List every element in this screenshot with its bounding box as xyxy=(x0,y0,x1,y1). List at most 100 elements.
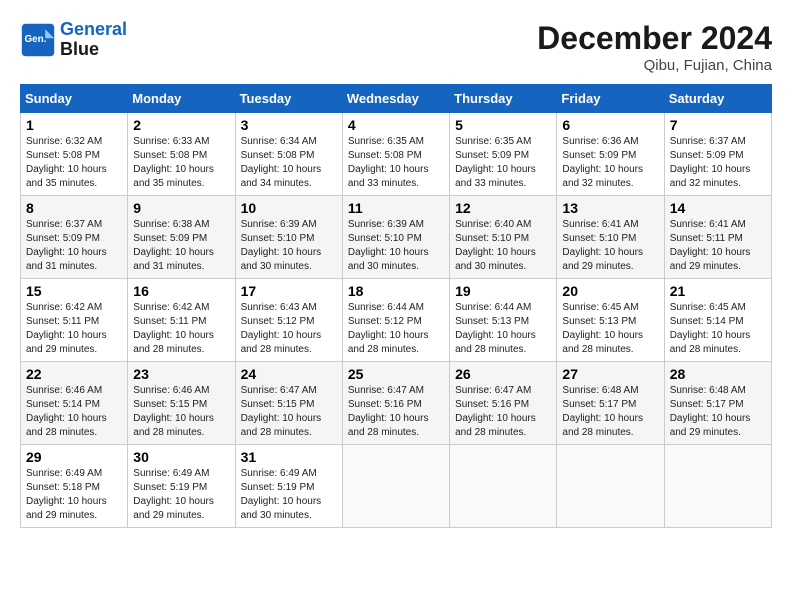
day-of-week-header: Thursday xyxy=(450,85,557,113)
logo-icon: Gen. xyxy=(20,22,56,58)
day-info: Sunrise: 6:38 AMSunset: 5:09 PMDaylight:… xyxy=(133,219,214,272)
calendar-day: 5 Sunrise: 6:35 AMSunset: 5:09 PMDayligh… xyxy=(450,113,557,196)
day-info: Sunrise: 6:49 AMSunset: 5:18 PMDaylight:… xyxy=(26,468,107,521)
day-number: 12 xyxy=(455,200,551,216)
day-of-week-header: Wednesday xyxy=(342,85,449,113)
day-number: 16 xyxy=(133,283,229,299)
calendar-day: 8 Sunrise: 6:37 AMSunset: 5:09 PMDayligh… xyxy=(21,196,128,279)
empty-cell xyxy=(557,445,664,528)
day-info: Sunrise: 6:49 AMSunset: 5:19 PMDaylight:… xyxy=(241,468,322,521)
calendar-day: 17 Sunrise: 6:43 AMSunset: 5:12 PMDaylig… xyxy=(235,279,342,362)
calendar-day: 4 Sunrise: 6:35 AMSunset: 5:08 PMDayligh… xyxy=(342,113,449,196)
day-number: 20 xyxy=(562,283,658,299)
day-number: 24 xyxy=(241,366,337,382)
day-info: Sunrise: 6:44 AMSunset: 5:12 PMDaylight:… xyxy=(348,302,429,355)
day-of-week-header: Saturday xyxy=(664,85,771,113)
day-number: 10 xyxy=(241,200,337,216)
day-number: 7 xyxy=(670,117,766,133)
day-info: Sunrise: 6:36 AMSunset: 5:09 PMDaylight:… xyxy=(562,136,643,189)
calendar-day: 29 Sunrise: 6:49 AMSunset: 5:18 PMDaylig… xyxy=(21,445,128,528)
calendar-day: 1 Sunrise: 6:32 AMSunset: 5:08 PMDayligh… xyxy=(21,113,128,196)
calendar-day: 11 Sunrise: 6:39 AMSunset: 5:10 PMDaylig… xyxy=(342,196,449,279)
day-info: Sunrise: 6:46 AMSunset: 5:14 PMDaylight:… xyxy=(26,385,107,438)
day-info: Sunrise: 6:39 AMSunset: 5:10 PMDaylight:… xyxy=(348,219,429,272)
calendar-day: 3 Sunrise: 6:34 AMSunset: 5:08 PMDayligh… xyxy=(235,113,342,196)
day-info: Sunrise: 6:47 AMSunset: 5:16 PMDaylight:… xyxy=(455,385,536,438)
day-info: Sunrise: 6:47 AMSunset: 5:16 PMDaylight:… xyxy=(348,385,429,438)
day-info: Sunrise: 6:41 AMSunset: 5:10 PMDaylight:… xyxy=(562,219,643,272)
day-of-week-header: Monday xyxy=(128,85,235,113)
day-info: Sunrise: 6:45 AMSunset: 5:14 PMDaylight:… xyxy=(670,302,751,355)
day-number: 29 xyxy=(26,449,122,465)
svg-text:Gen.: Gen. xyxy=(25,34,47,45)
day-number: 11 xyxy=(348,200,444,216)
day-number: 8 xyxy=(26,200,122,216)
day-number: 25 xyxy=(348,366,444,382)
logo-line2: Blue xyxy=(60,40,127,60)
calendar-day: 10 Sunrise: 6:39 AMSunset: 5:10 PMDaylig… xyxy=(235,196,342,279)
calendar-day: 7 Sunrise: 6:37 AMSunset: 5:09 PMDayligh… xyxy=(664,113,771,196)
day-info: Sunrise: 6:47 AMSunset: 5:15 PMDaylight:… xyxy=(241,385,322,438)
day-info: Sunrise: 6:32 AMSunset: 5:08 PMDaylight:… xyxy=(26,136,107,189)
calendar-day: 31 Sunrise: 6:49 AMSunset: 5:19 PMDaylig… xyxy=(235,445,342,528)
day-number: 30 xyxy=(133,449,229,465)
title-block: December 2024 Qibu, Fujian, China xyxy=(537,20,772,74)
day-info: Sunrise: 6:45 AMSunset: 5:13 PMDaylight:… xyxy=(562,302,643,355)
header: Gen. General Blue December 2024 Qibu, Fu… xyxy=(20,20,772,74)
day-info: Sunrise: 6:37 AMSunset: 5:09 PMDaylight:… xyxy=(670,136,751,189)
day-info: Sunrise: 6:43 AMSunset: 5:12 PMDaylight:… xyxy=(241,302,322,355)
calendar-day: 20 Sunrise: 6:45 AMSunset: 5:13 PMDaylig… xyxy=(557,279,664,362)
day-of-week-header: Sunday xyxy=(21,85,128,113)
day-number: 21 xyxy=(670,283,766,299)
calendar-day: 22 Sunrise: 6:46 AMSunset: 5:14 PMDaylig… xyxy=(21,362,128,445)
day-info: Sunrise: 6:33 AMSunset: 5:08 PMDaylight:… xyxy=(133,136,214,189)
day-of-week-header: Friday xyxy=(557,85,664,113)
day-number: 13 xyxy=(562,200,658,216)
day-info: Sunrise: 6:48 AMSunset: 5:17 PMDaylight:… xyxy=(670,385,751,438)
calendar-day: 9 Sunrise: 6:38 AMSunset: 5:09 PMDayligh… xyxy=(128,196,235,279)
day-number: 19 xyxy=(455,283,551,299)
calendar-day: 24 Sunrise: 6:47 AMSunset: 5:15 PMDaylig… xyxy=(235,362,342,445)
day-number: 1 xyxy=(26,117,122,133)
calendar-day: 12 Sunrise: 6:40 AMSunset: 5:10 PMDaylig… xyxy=(450,196,557,279)
calendar-day: 6 Sunrise: 6:36 AMSunset: 5:09 PMDayligh… xyxy=(557,113,664,196)
calendar-day: 30 Sunrise: 6:49 AMSunset: 5:19 PMDaylig… xyxy=(128,445,235,528)
empty-cell xyxy=(664,445,771,528)
day-number: 2 xyxy=(133,117,229,133)
day-number: 6 xyxy=(562,117,658,133)
day-number: 4 xyxy=(348,117,444,133)
day-info: Sunrise: 6:34 AMSunset: 5:08 PMDaylight:… xyxy=(241,136,322,189)
calendar-subtitle: Qibu, Fujian, China xyxy=(537,57,772,74)
day-info: Sunrise: 6:41 AMSunset: 5:11 PMDaylight:… xyxy=(670,219,751,272)
calendar-title: December 2024 xyxy=(537,20,772,57)
day-number: 5 xyxy=(455,117,551,133)
calendar-day: 18 Sunrise: 6:44 AMSunset: 5:12 PMDaylig… xyxy=(342,279,449,362)
day-number: 31 xyxy=(241,449,337,465)
day-number: 9 xyxy=(133,200,229,216)
day-info: Sunrise: 6:35 AMSunset: 5:08 PMDaylight:… xyxy=(348,136,429,189)
day-info: Sunrise: 6:37 AMSunset: 5:09 PMDaylight:… xyxy=(26,219,107,272)
day-number: 26 xyxy=(455,366,551,382)
day-number: 17 xyxy=(241,283,337,299)
calendar-day: 27 Sunrise: 6:48 AMSunset: 5:17 PMDaylig… xyxy=(557,362,664,445)
calendar-day: 26 Sunrise: 6:47 AMSunset: 5:16 PMDaylig… xyxy=(450,362,557,445)
calendar-day: 14 Sunrise: 6:41 AMSunset: 5:11 PMDaylig… xyxy=(664,196,771,279)
calendar-day: 13 Sunrise: 6:41 AMSunset: 5:10 PMDaylig… xyxy=(557,196,664,279)
day-of-week-header: Tuesday xyxy=(235,85,342,113)
calendar-day: 21 Sunrise: 6:45 AMSunset: 5:14 PMDaylig… xyxy=(664,279,771,362)
calendar-day: 15 Sunrise: 6:42 AMSunset: 5:11 PMDaylig… xyxy=(21,279,128,362)
day-info: Sunrise: 6:46 AMSunset: 5:15 PMDaylight:… xyxy=(133,385,214,438)
day-info: Sunrise: 6:40 AMSunset: 5:10 PMDaylight:… xyxy=(455,219,536,272)
day-info: Sunrise: 6:35 AMSunset: 5:09 PMDaylight:… xyxy=(455,136,536,189)
day-info: Sunrise: 6:42 AMSunset: 5:11 PMDaylight:… xyxy=(26,302,107,355)
calendar-day: 23 Sunrise: 6:46 AMSunset: 5:15 PMDaylig… xyxy=(128,362,235,445)
day-number: 15 xyxy=(26,283,122,299)
day-info: Sunrise: 6:48 AMSunset: 5:17 PMDaylight:… xyxy=(562,385,643,438)
logo-line1: General xyxy=(60,19,127,39)
calendar-day: 25 Sunrise: 6:47 AMSunset: 5:16 PMDaylig… xyxy=(342,362,449,445)
day-number: 3 xyxy=(241,117,337,133)
calendar-day: 19 Sunrise: 6:44 AMSunset: 5:13 PMDaylig… xyxy=(450,279,557,362)
day-info: Sunrise: 6:42 AMSunset: 5:11 PMDaylight:… xyxy=(133,302,214,355)
day-number: 23 xyxy=(133,366,229,382)
calendar-table: SundayMondayTuesdayWednesdayThursdayFrid… xyxy=(20,84,772,528)
